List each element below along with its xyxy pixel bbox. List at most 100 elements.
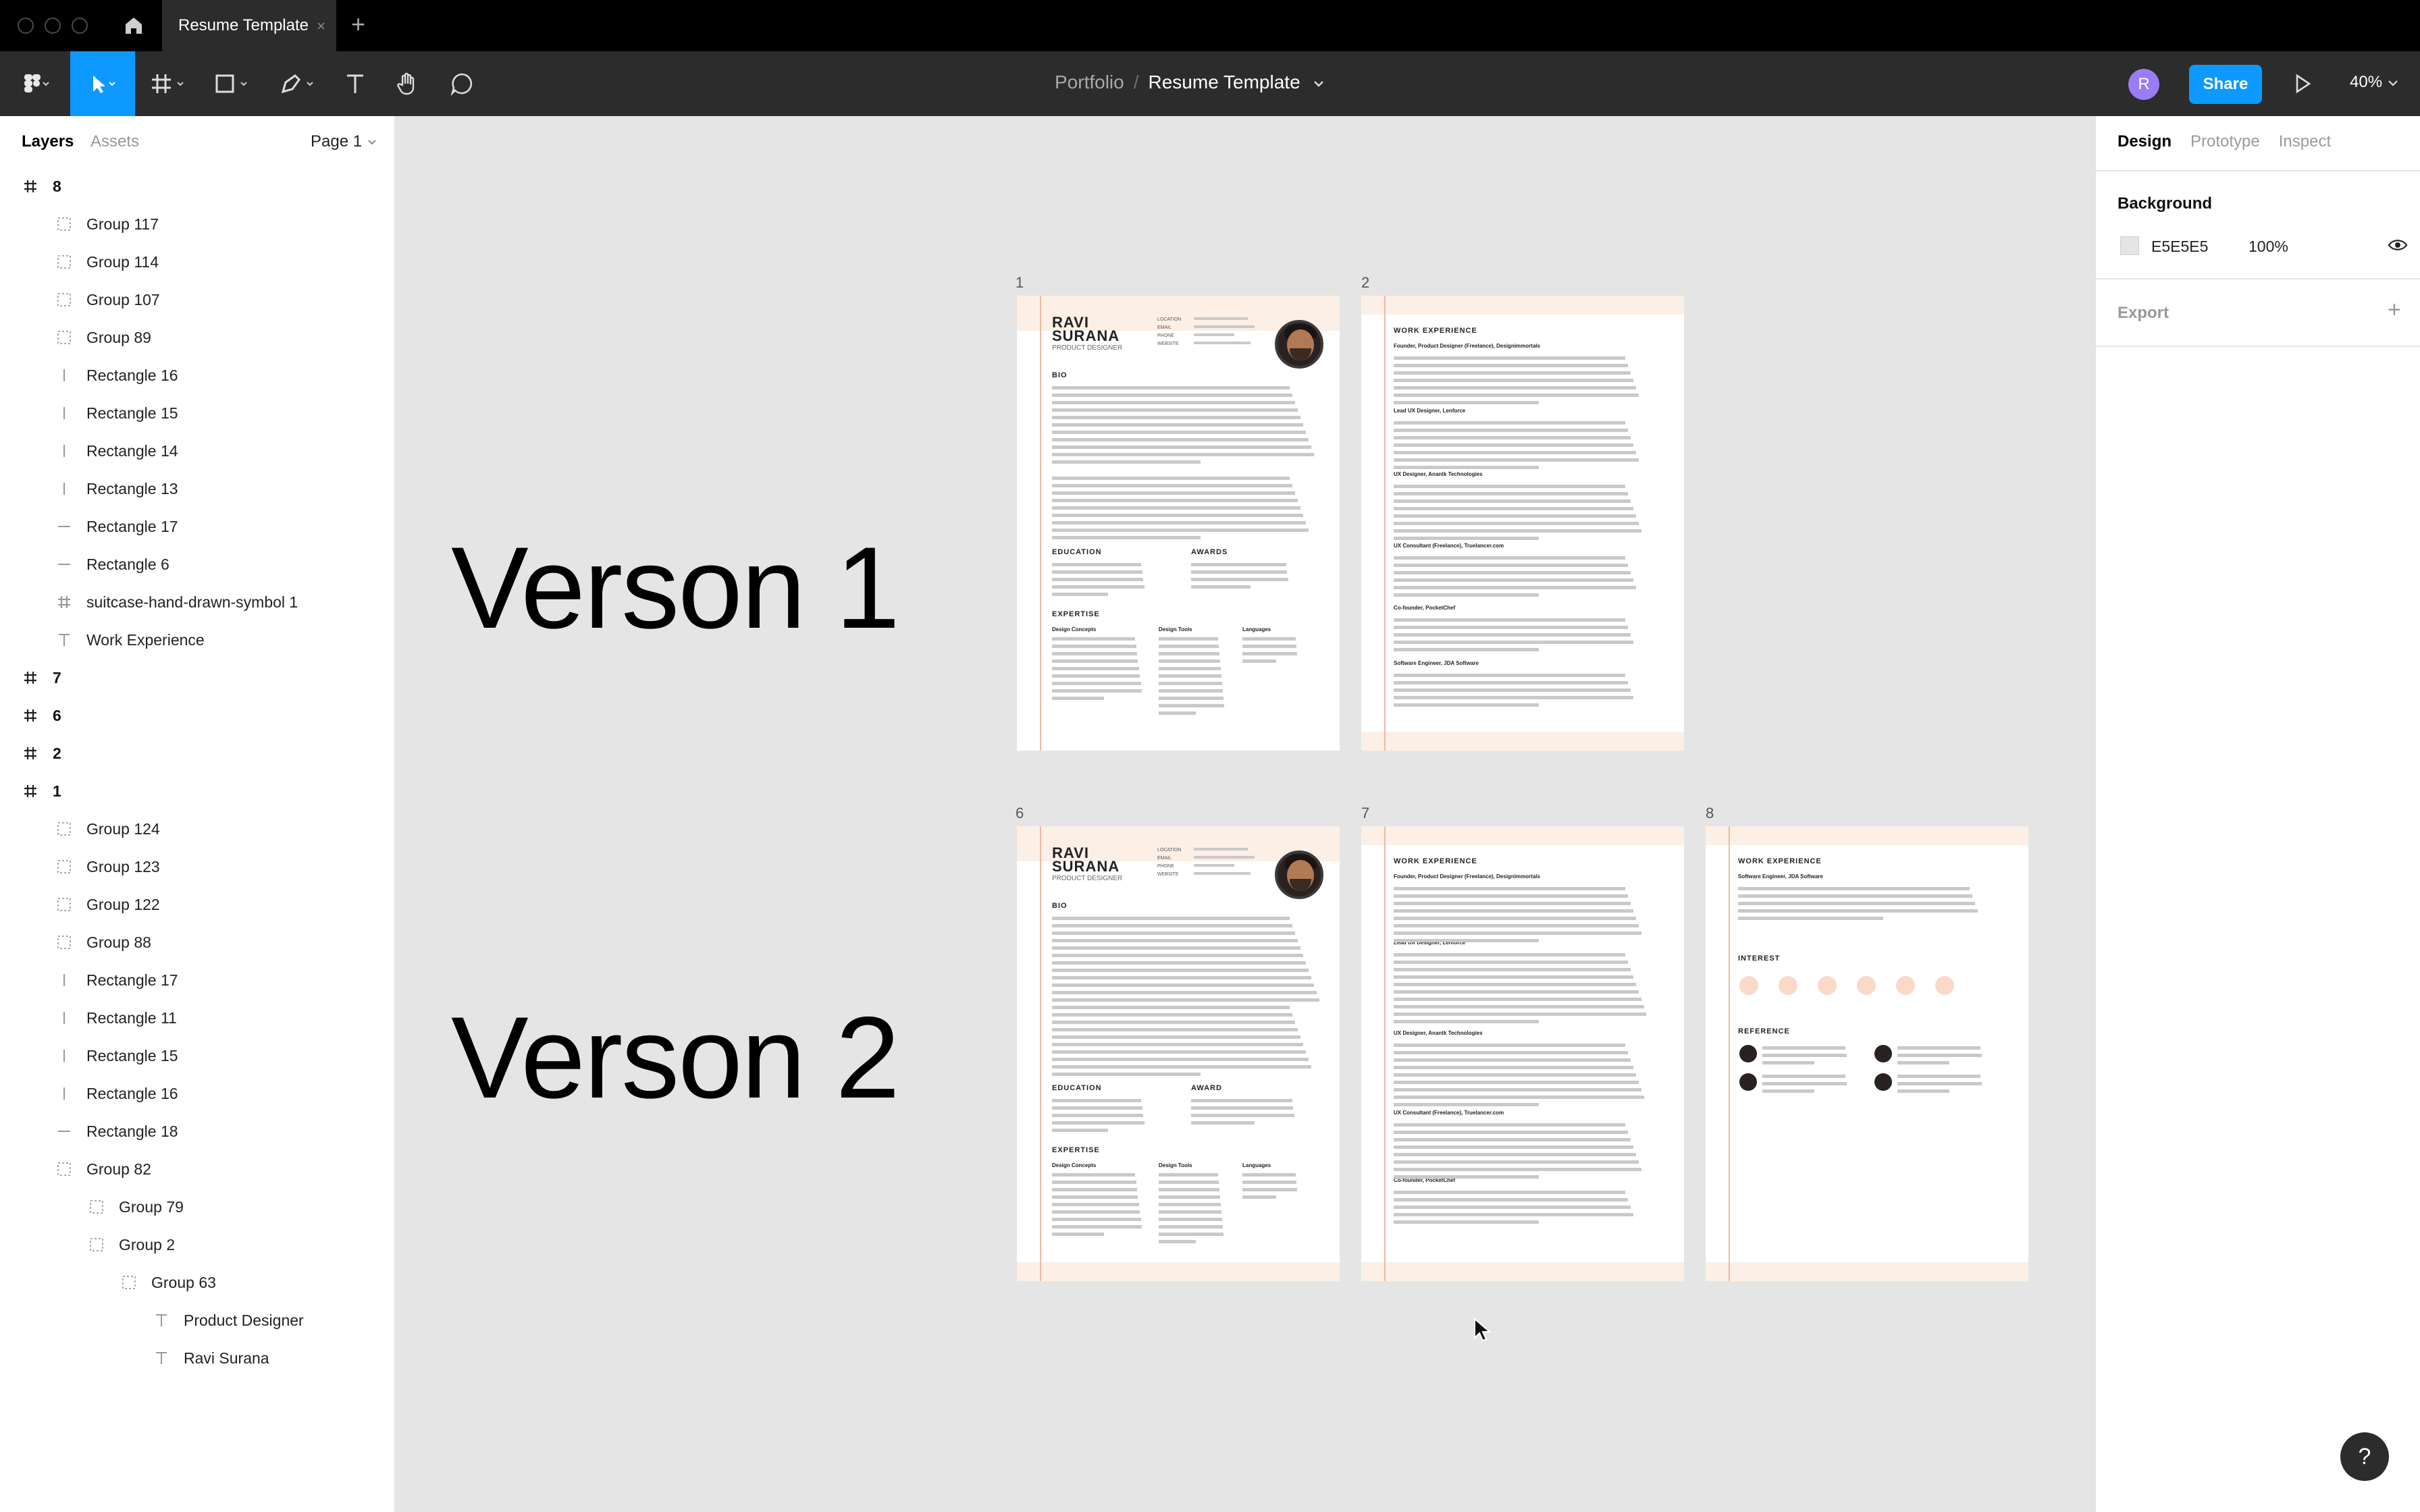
layer-row[interactable]: Rectangle 15 — [0, 392, 394, 435]
main-menu-button[interactable] — [9, 51, 61, 116]
eye-icon[interactable] — [2388, 238, 2408, 256]
breadcrumb-file-name[interactable]: Resume Template — [1149, 72, 1300, 92]
frame-7-resume-page[interactable]: WORK EXPERIENCE Founder, Product Designe… — [1361, 826, 1684, 1281]
background-opacity-input[interactable]: 100% — [2248, 238, 2288, 256]
new-tab-button[interactable]: + — [351, 11, 365, 38]
maximize-window-icon[interactable] — [72, 18, 88, 34]
layer-row[interactable]: Rectangle 6 — [0, 543, 394, 586]
layer-row[interactable]: Work Experience — [0, 618, 394, 662]
body-text-line — [1052, 1188, 1137, 1191]
layer-row[interactable]: Rectangle 16 — [0, 1072, 394, 1115]
body-text-line — [1738, 902, 1975, 905]
body-text-line — [1052, 1129, 1108, 1132]
layer-row[interactable]: Group 114 — [0, 240, 394, 284]
layer-row[interactable]: Group 88 — [0, 921, 394, 964]
body-text-line — [1052, 521, 1306, 524]
minimize-window-icon[interactable] — [45, 18, 61, 34]
comment-tool-button[interactable] — [448, 51, 475, 116]
body-text-line — [1394, 556, 1625, 560]
file-tab[interactable]: Resume Template × — [162, 0, 336, 51]
layer-row[interactable]: Group 124 — [0, 807, 394, 850]
layer-row[interactable]: Group 82 — [0, 1148, 394, 1191]
layer-row[interactable]: Rectangle 16 — [0, 354, 394, 397]
background-color-swatch[interactable] — [2120, 236, 2139, 255]
frame-8-resume-page[interactable]: WORK EXPERIENCE Software Engineer, JDA S… — [1706, 826, 2028, 1281]
layer-row[interactable]: Group 63 — [0, 1261, 394, 1304]
frame-label-8[interactable]: 8 — [1706, 805, 1714, 822]
layer-name: 2 — [53, 744, 61, 762]
present-button[interactable] — [2290, 72, 2315, 99]
timeline-line — [1040, 826, 1041, 1281]
body-text-line — [1052, 954, 1303, 957]
name-last: SURANA — [1052, 327, 1120, 344]
layer-row[interactable]: Rectangle 15 — [0, 1034, 394, 1077]
layer-row[interactable]: suitcase-hand-drawn-symbol 1 — [0, 580, 394, 624]
job-title-6: Software Engineer, JDA Software — [1394, 660, 1479, 666]
text-tool-button[interactable] — [342, 51, 369, 116]
version-2-label[interactable]: Verson 2 — [451, 991, 900, 1125]
layer-row[interactable]: 7 — [0, 656, 394, 699]
layer-row[interactable]: Ravi Surana — [0, 1336, 394, 1380]
layer-row[interactable]: Group 79 — [0, 1185, 394, 1228]
close-tab-icon[interactable]: × — [317, 18, 325, 35]
layer-row[interactable]: Group 122 — [0, 883, 394, 926]
layer-row[interactable]: Rectangle 11 — [0, 996, 394, 1040]
user-avatar[interactable]: R — [2128, 69, 2159, 100]
shape-tool-button[interactable] — [209, 51, 261, 116]
layer-row[interactable]: 1 — [0, 770, 394, 813]
body-text-line — [1052, 563, 1141, 566]
frame-label-1[interactable]: 1 — [1016, 274, 1024, 292]
breadcrumb-project[interactable]: Portfolio — [1055, 72, 1124, 92]
frame-label-2[interactable]: 2 — [1361, 274, 1369, 292]
move-tool-button[interactable] — [70, 51, 135, 116]
frame-1-resume-page[interactable]: RAVI SURANA PRODUCT DESIGNER LOCATION EMA… — [1017, 296, 1340, 751]
hand-tool-button[interactable] — [394, 51, 421, 116]
background-hex-input[interactable]: E5E5E5 — [2151, 238, 2208, 256]
body-text-line — [1394, 1153, 1636, 1156]
layer-row[interactable]: Group 89 — [0, 316, 394, 359]
layer-row[interactable]: Rectangle 14 — [0, 429, 394, 473]
pen-tool-button[interactable] — [275, 51, 327, 116]
layer-row[interactable]: 2 — [0, 732, 394, 775]
frame-6-resume-page[interactable]: RAVI SURANA PRODUCT DESIGNER LOCATION EMA… — [1017, 826, 1340, 1281]
layer-row[interactable]: Rectangle 17 — [0, 505, 394, 548]
layer-name: 1 — [53, 782, 61, 800]
layer-row[interactable]: 6 — [0, 694, 394, 737]
body-text-line — [1242, 1173, 1296, 1177]
pen-icon — [281, 74, 313, 94]
home-icon[interactable] — [120, 12, 147, 39]
layer-row[interactable]: Product Designer — [0, 1299, 394, 1342]
body-text-line — [1052, 637, 1135, 641]
tab-inspect[interactable]: Inspect — [2279, 132, 2331, 151]
frame-label-6[interactable]: 6 — [1016, 805, 1024, 822]
layer-row[interactable]: Group 2 — [0, 1223, 394, 1266]
layer-row[interactable]: 8 — [0, 165, 394, 208]
frame-2-resume-page[interactable]: WORK EXPERIENCE Founder, Product Designe… — [1361, 296, 1684, 751]
tab-layers[interactable]: Layers — [22, 132, 74, 151]
close-window-icon[interactable] — [18, 18, 34, 34]
tab-design[interactable]: Design — [2118, 132, 2172, 151]
layer-name: Rectangle 15 — [86, 404, 178, 422]
layer-row[interactable]: Group 123 — [0, 845, 394, 888]
hand-icon — [397, 72, 415, 95]
layer-row[interactable]: Rectangle 18 — [0, 1110, 394, 1153]
body-text-line — [1052, 961, 1306, 965]
tab-assets[interactable]: Assets — [90, 132, 139, 151]
page-selector[interactable]: Page 1 — [311, 132, 377, 151]
layer-row[interactable]: Group 117 — [0, 202, 394, 246]
layer-row[interactable]: Group 107 — [0, 278, 394, 321]
design-tools-heading: Design Tools — [1159, 626, 1192, 632]
frame-label-7[interactable]: 7 — [1361, 805, 1369, 822]
body-text-line — [1242, 637, 1296, 641]
tab-prototype[interactable]: Prototype — [2190, 132, 2260, 151]
add-export-button[interactable]: + — [2388, 297, 2401, 323]
body-text-line — [1052, 1058, 1309, 1061]
layer-row[interactable]: Rectangle 17 — [0, 959, 394, 1002]
layer-row[interactable]: Rectangle 13 — [0, 467, 394, 510]
help-button[interactable]: ? — [2340, 1432, 2389, 1481]
share-button[interactable]: Share — [2189, 65, 2262, 104]
zoom-level[interactable]: 40% — [2350, 73, 2399, 92]
version-1-label[interactable]: Verson 1 — [451, 521, 900, 655]
frame-tool-button[interactable] — [146, 51, 197, 116]
interest-icon — [1935, 976, 1954, 995]
